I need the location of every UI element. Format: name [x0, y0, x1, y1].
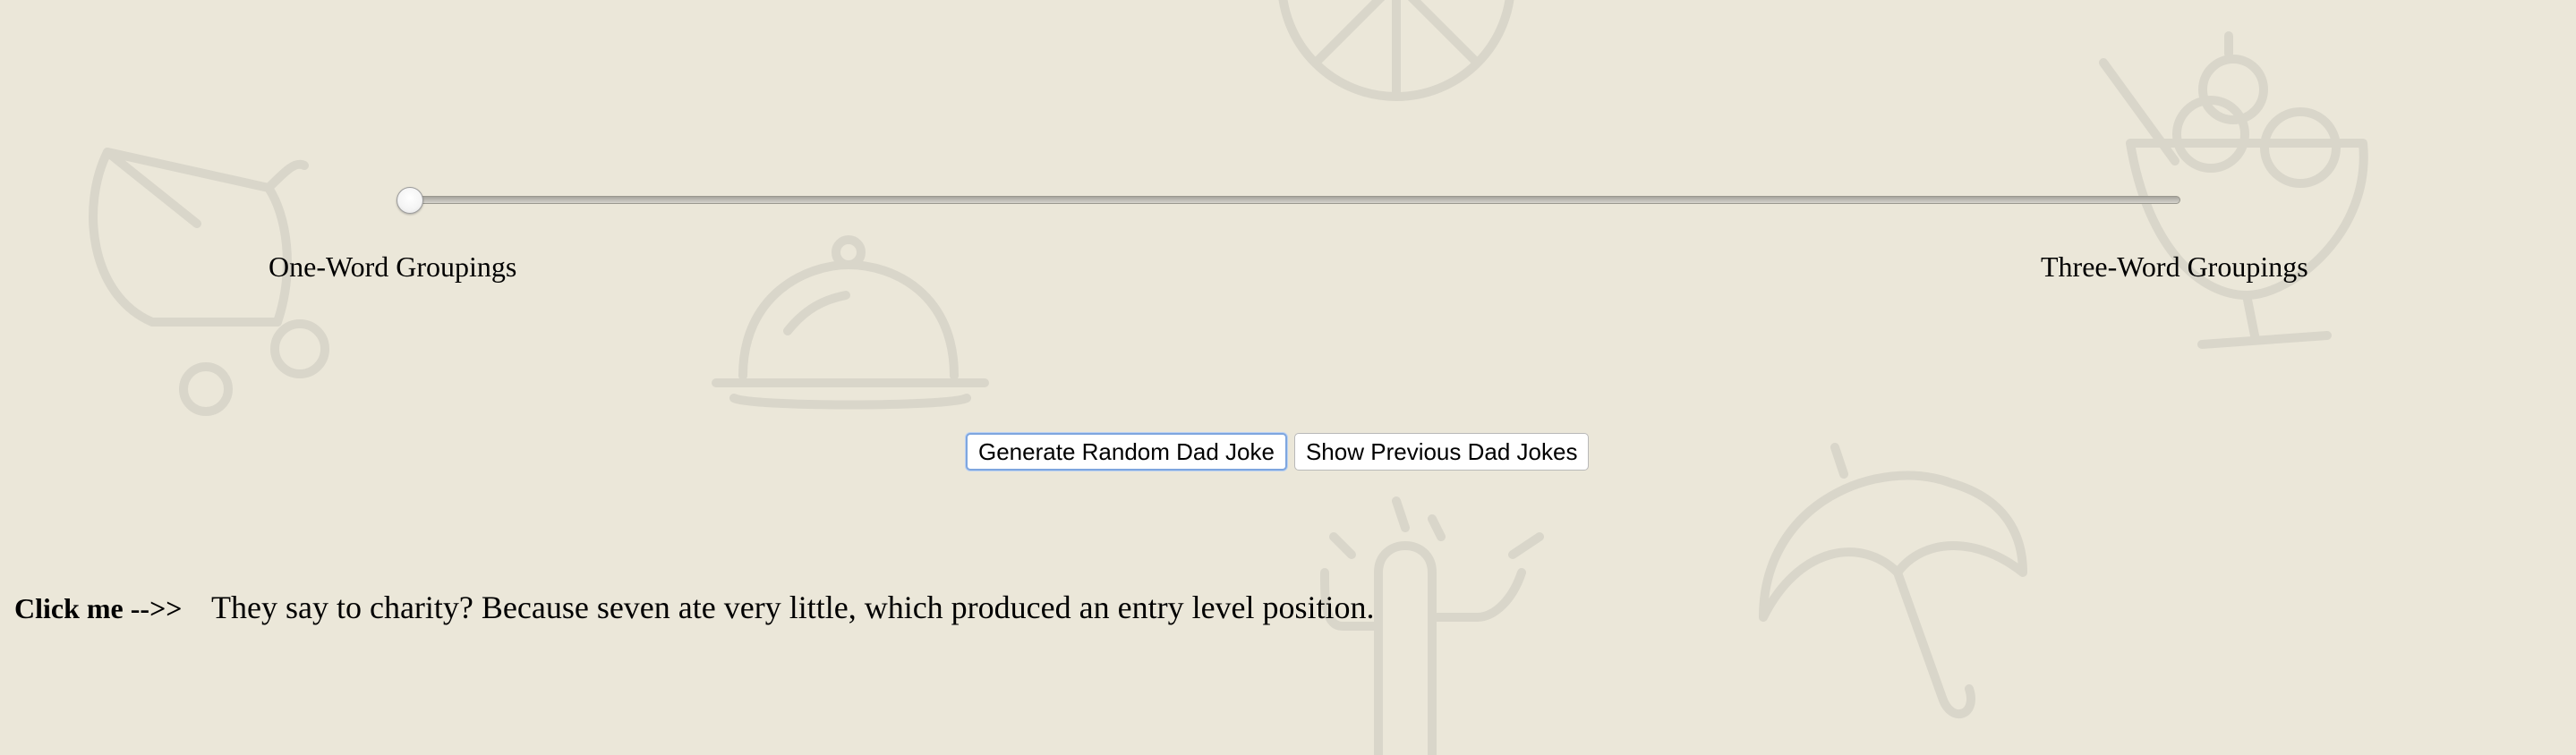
- slider-max-label: Three-Word Groupings: [2041, 250, 2308, 283]
- button-row: Generate Random Dad Joke Show Previous D…: [966, 433, 1590, 471]
- ice-cream-sundae-icon: [2099, 31, 2368, 349]
- joke-text: They say to charity? Because seven ate v…: [211, 590, 1375, 625]
- show-previous-jokes-button[interactable]: Show Previous Dad Jokes: [1293, 433, 1590, 471]
- slider-min-label: One-Word Groupings: [269, 250, 517, 283]
- grouping-slider-thumb[interactable]: [397, 187, 423, 214]
- grouping-slider-track[interactable]: [410, 196, 2180, 204]
- umbrella-icon: [1759, 443, 2027, 719]
- peace-sign-icon: [1278, 0, 1514, 101]
- generate-joke-button[interactable]: Generate Random Dad Joke: [966, 433, 1287, 471]
- food-cloche-icon: [712, 235, 989, 410]
- background-pattern: [89, 0, 2368, 755]
- cactus-icon: [1320, 496, 1544, 755]
- click-me-link[interactable]: Click me -->>: [14, 592, 183, 625]
- page: One-Word Groupings Three-Word Groupings …: [0, 0, 2576, 755]
